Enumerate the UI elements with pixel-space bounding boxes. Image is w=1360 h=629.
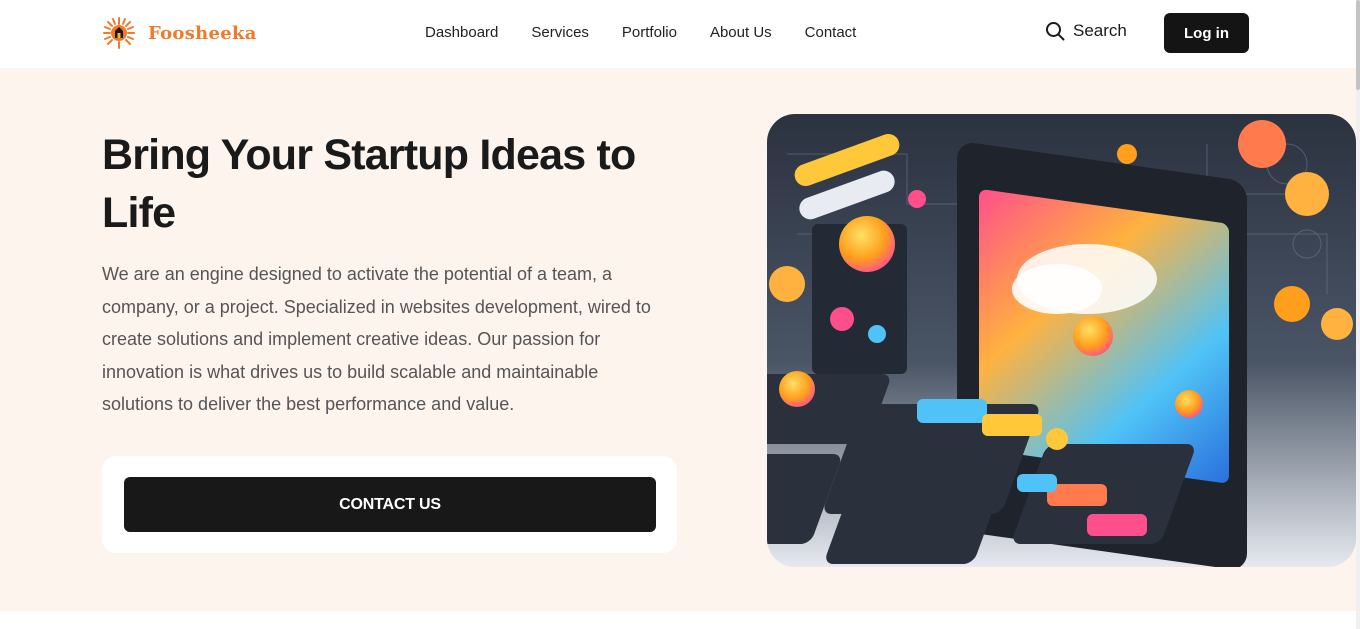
nav-item-contact[interactable]: Contact bbox=[805, 22, 857, 44]
sunburst-logo-icon bbox=[103, 17, 135, 49]
login-button[interactable]: Log in bbox=[1164, 13, 1249, 53]
hero-section: Bring Your Startup Ideas to Life We are … bbox=[0, 68, 1356, 611]
nav-item-portfolio[interactable]: Portfolio bbox=[622, 22, 677, 44]
search-label: Search bbox=[1073, 21, 1127, 40]
hero-description: We are an engine designed to activate th… bbox=[102, 264, 651, 415]
nav-item-about-us[interactable]: About Us bbox=[710, 22, 772, 44]
hero-title: Bring Your Startup Ideas to Life bbox=[102, 131, 636, 237]
brand-name: Foosheeka bbox=[148, 22, 257, 44]
contact-us-button[interactable]: CONTACT US bbox=[124, 477, 656, 532]
main-nav: Dashboard Services Portfolio About Us Co… bbox=[425, 22, 889, 44]
scrollbar-thumb[interactable] bbox=[1356, 0, 1360, 90]
brand-logo[interactable]: Foosheeka bbox=[102, 16, 257, 50]
nav-item-dashboard[interactable]: Dashboard bbox=[425, 22, 498, 44]
search-button[interactable]: Search bbox=[1045, 21, 1127, 41]
top-navbar: Foosheeka Dashboard Services Portfolio A… bbox=[0, 0, 1360, 68]
cta-card: CONTACT US bbox=[102, 456, 677, 553]
hero-illustration bbox=[767, 114, 1356, 567]
page-scrollbar[interactable] bbox=[1356, 0, 1360, 629]
nav-item-services[interactable]: Services bbox=[531, 22, 589, 44]
search-icon bbox=[1046, 22, 1065, 41]
